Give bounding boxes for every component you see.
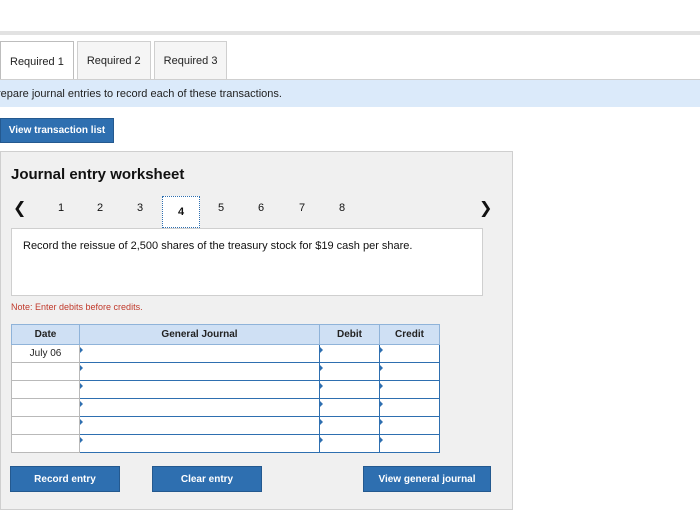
chevron-right-icon[interactable]: ❯	[479, 198, 492, 218]
page-6[interactable]: 6	[254, 202, 268, 214]
date-cell[interactable]	[11, 398, 80, 417]
table-row: July 06	[11, 344, 440, 363]
credit-input[interactable]	[379, 380, 440, 399]
debit-input[interactable]	[319, 398, 380, 417]
worksheet-title: Journal entry worksheet	[11, 166, 185, 183]
date-cell[interactable]	[11, 362, 80, 381]
clear-entry-button[interactable]: Clear entry	[152, 466, 262, 492]
credit-input[interactable]	[379, 434, 440, 453]
credit-input[interactable]	[379, 362, 440, 381]
tab-required-1[interactable]: Required 1	[0, 41, 74, 81]
date-cell[interactable]	[11, 416, 80, 435]
account-input[interactable]	[79, 362, 320, 381]
page-5[interactable]: 5	[214, 202, 228, 214]
debit-input[interactable]	[319, 434, 380, 453]
debit-input[interactable]	[319, 362, 380, 381]
account-input[interactable]	[79, 434, 320, 453]
debit-input[interactable]	[319, 344, 380, 363]
instruction-text: repare journal entries to record each of…	[0, 87, 282, 100]
credit-input[interactable]	[379, 398, 440, 417]
page-8[interactable]: 8	[335, 202, 349, 214]
page-4-active[interactable]: 4	[162, 196, 200, 228]
page-7[interactable]: 7	[295, 202, 309, 214]
chevron-left-icon[interactable]: ❮	[13, 198, 26, 218]
col-debit: Debit	[319, 324, 380, 345]
date-cell[interactable]	[11, 380, 80, 399]
account-input[interactable]	[79, 416, 320, 435]
table-row	[11, 362, 440, 381]
table-row	[11, 434, 440, 453]
view-general-journal-button[interactable]: View general journal	[363, 466, 491, 492]
table-row	[11, 398, 440, 417]
requirement-tabs: Required 1 Required 2 Required 3	[0, 41, 230, 81]
entry-pagination: ❮ 1 2 3 4 5 6 7 8 ❯	[1, 196, 514, 228]
top-divider	[0, 31, 700, 35]
instruction-banner: repare journal entries to record each of…	[0, 80, 700, 107]
date-cell[interactable]	[11, 434, 80, 453]
journal-table: Date General Journal Debit Credit July 0…	[11, 324, 440, 453]
col-date: Date	[11, 324, 80, 345]
account-input[interactable]	[79, 380, 320, 399]
page-3[interactable]: 3	[133, 202, 147, 214]
record-entry-button[interactable]: Record entry	[10, 466, 120, 492]
table-row	[11, 380, 440, 399]
date-cell[interactable]: July 06	[11, 344, 80, 363]
page-2[interactable]: 2	[93, 202, 107, 214]
table-row	[11, 416, 440, 435]
account-input[interactable]	[79, 344, 320, 363]
tab-required-2[interactable]: Required 2	[76, 41, 151, 80]
account-input[interactable]	[79, 398, 320, 417]
debit-input[interactable]	[319, 416, 380, 435]
tab-required-3[interactable]: Required 3	[153, 41, 228, 80]
debit-credit-note: Note: Enter debits before credits.	[11, 302, 143, 312]
col-general-journal: General Journal	[79, 324, 320, 345]
page-1[interactable]: 1	[54, 202, 68, 214]
credit-input[interactable]	[379, 416, 440, 435]
view-transaction-list-button[interactable]: View transaction list	[0, 118, 114, 143]
col-credit: Credit	[379, 324, 440, 345]
debit-input[interactable]	[319, 380, 380, 399]
journal-entry-worksheet: Journal entry worksheet ❮ 1 2 3 4 5 6 7 …	[0, 151, 513, 510]
credit-input[interactable]	[379, 344, 440, 363]
transaction-description: Record the reissue of 2,500 shares of th…	[11, 228, 483, 296]
